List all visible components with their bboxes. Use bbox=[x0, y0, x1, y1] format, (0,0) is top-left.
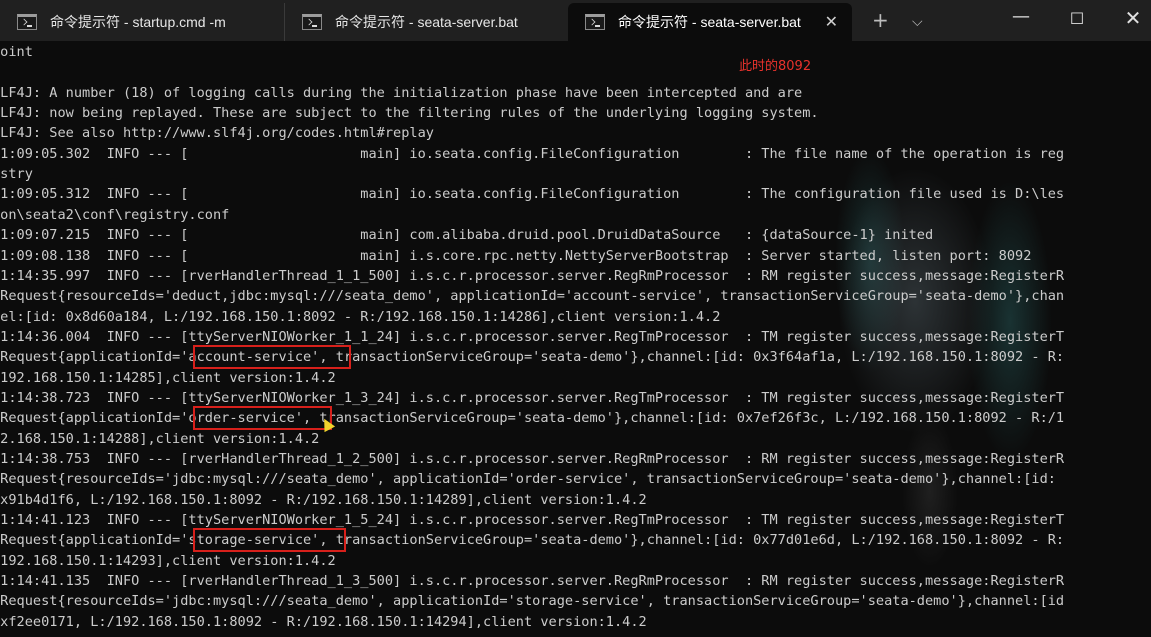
tab-title: 命令提示符 - seata-server.bat bbox=[618, 14, 801, 30]
console-line: 21:09:05.302 INFO --- [ main] io.seata.c… bbox=[0, 145, 1065, 162]
console-line: 21:14:41.135 INFO --- [rverHandlerThread… bbox=[0, 573, 1065, 590]
console-line: 0x91b4d1f6, L:/192.168.150.1:8092 - R:/1… bbox=[0, 491, 647, 508]
chevron-down-icon[interactable]: ⌵ bbox=[912, 10, 923, 34]
console-line: SLF4J: See also http://www.slf4j.org/cod… bbox=[0, 125, 434, 142]
console-line: point bbox=[0, 44, 33, 60]
maximize-button[interactable]: ☐ bbox=[1054, 9, 1100, 28]
annotation-note: 此时的8092 bbox=[739, 59, 812, 74]
console-line: mRequest{applicationId='account-service'… bbox=[0, 349, 1065, 366]
console-line: 21:14:38.753 INFO --- [rverHandlerThread… bbox=[0, 451, 1065, 467]
console-line: mRequest{resourceIds='deduct,jdbc:mysql:… bbox=[0, 288, 1065, 305]
console-line: istry bbox=[0, 166, 33, 183]
close-tab-icon[interactable]: ✕ bbox=[825, 12, 838, 32]
console-line: mRequest{applicationId='storage-service'… bbox=[0, 532, 1065, 549]
terminal-icon bbox=[17, 14, 37, 30]
tab-title: 命令提示符 - seata-server.bat bbox=[335, 14, 518, 30]
console-line: 21:14:35.997 INFO --- [rverHandlerThread… bbox=[0, 267, 1065, 284]
console-line: SLF4J: now being replayed. These are sub… bbox=[0, 105, 819, 122]
console-line: mRequest{resourceIds='jdbc:mysql:///seat… bbox=[0, 471, 1056, 488]
console-line: /192.168.150.1:14293],client version:1.4… bbox=[0, 552, 336, 569]
tab-startup-cmd[interactable]: 命令提示符 - startup.cmd -m bbox=[0, 3, 282, 41]
console-line: 21:14:38.723 INFO --- [ttyServerNIOWorke… bbox=[0, 389, 1065, 406]
close-window-button[interactable]: ✕ bbox=[1110, 6, 1151, 30]
console-line: 21:14:36.004 INFO --- [ttyServerNIOWorke… bbox=[0, 328, 1065, 345]
console-line: mRequest{applicationId='order-service', … bbox=[0, 410, 1065, 427]
console-line: /192.168.150.1:14285],client version:1.4… bbox=[0, 369, 336, 386]
highlight-box-order-service bbox=[193, 406, 332, 430]
console-line: 21:09:07.215 INFO --- [ main] com.alibab… bbox=[0, 227, 934, 244]
tab-seata-server-2-active[interactable]: 命令提示符 - seata-server.bat ✕ bbox=[568, 3, 852, 41]
tab-title: 命令提示符 - startup.cmd -m bbox=[50, 14, 226, 30]
highlight-box-storage-service bbox=[193, 528, 346, 552]
console-line: 92.168.150.1:14288],client version:1.4.2 bbox=[0, 430, 320, 447]
console-line: 0xf2ee0171, L:/192.168.150.1:8092 - R:/1… bbox=[0, 613, 647, 630]
new-tab-button[interactable]: + bbox=[872, 8, 889, 32]
console-line: son\seata2\conf\registry.conf bbox=[0, 206, 230, 223]
terminal-icon bbox=[302, 14, 322, 30]
tab-bar: 命令提示符 - startup.cmd -m 命令提示符 - seata-ser… bbox=[0, 0, 1151, 42]
minimize-button[interactable]: — bbox=[998, 6, 1044, 27]
console-line: nel:[id: 0x8d60a184, L:/192.168.150.1:80… bbox=[0, 308, 721, 325]
console-line: mRequest{resourceIds='jdbc:mysql:///seat… bbox=[0, 593, 1065, 610]
console-line: 21:14:41.123 INFO --- [ttyServerNIOWorke… bbox=[0, 512, 1065, 529]
terminal-icon bbox=[585, 14, 605, 30]
console-output[interactable]: 0xf2ee0171, L:/192.168.150.1:8092 - R:/1… bbox=[0, 41, 1151, 637]
console-line: 21:09:08.138 INFO --- [ main] i.s.core.r… bbox=[0, 247, 1032, 264]
console-line: 21:09:05.312 INFO --- [ main] io.seata.c… bbox=[0, 186, 1065, 203]
console-line: SLF4J: A number (18) of logging calls du… bbox=[0, 84, 803, 101]
highlight-box-account-service bbox=[193, 345, 351, 369]
tab-seata-server-1[interactable]: 命令提示符 - seata-server.bat bbox=[284, 3, 566, 41]
